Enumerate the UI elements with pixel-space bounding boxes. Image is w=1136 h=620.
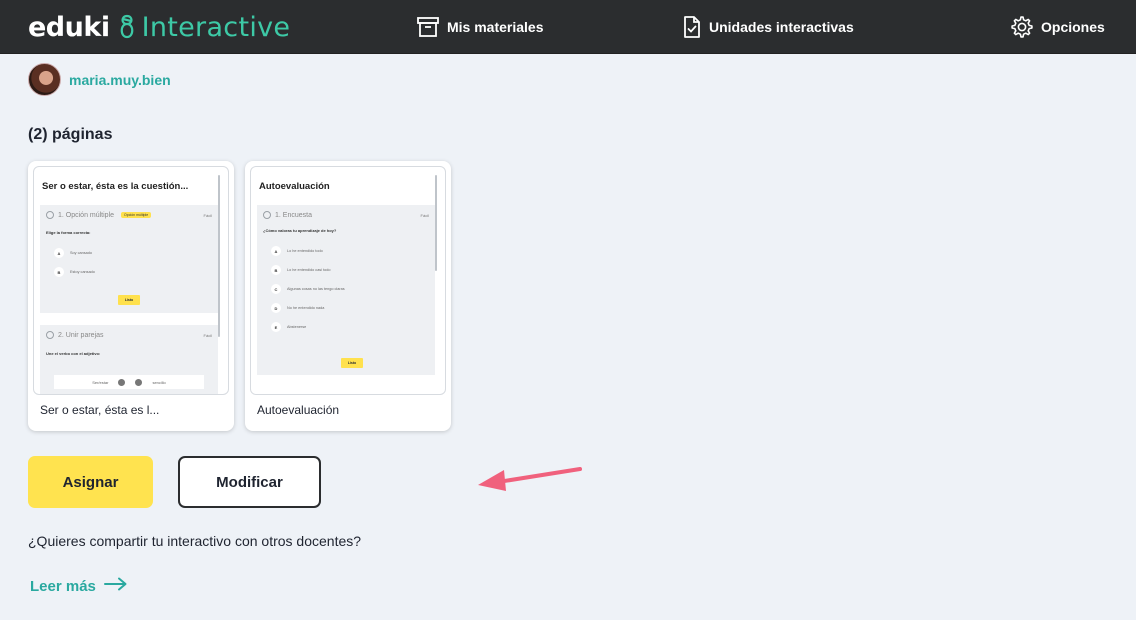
- answer-option: B Estoy cansado: [54, 267, 95, 277]
- page-thumbnail-2: Autoevaluación 1. Encuesta Fácil ¿Cómo v…: [250, 166, 446, 395]
- preview-submit-button: Listo: [118, 295, 140, 305]
- eduki-interactive-logo[interactable]: eduki Interactive: [28, 8, 290, 46]
- pages-count-heading: (2) páginas: [28, 126, 113, 143]
- option-text: Soy cansado: [70, 251, 92, 255]
- question-prompt: ¿Cómo valoras tu aprendizaje de hoy?: [263, 228, 337, 233]
- question-heading: 1. Encuesta: [263, 211, 312, 219]
- difficulty-tag: Fácil: [420, 213, 429, 218]
- thumbnail-scrollbar: [435, 175, 437, 271]
- option-letter: C: [271, 284, 281, 294]
- thumbnail-title: Autoevaluación: [259, 181, 330, 192]
- question-panel: 2. Unir parejas Fácil Une el verbo con e…: [40, 325, 218, 394]
- connector-dot-icon: [135, 378, 143, 386]
- read-more-label: Leer más: [30, 577, 96, 595]
- option-letter: B: [271, 265, 281, 275]
- archive-box-icon: [416, 16, 440, 38]
- option-text: Algunas cosas no las tengo claras: [287, 287, 345, 291]
- option-text: No he entendido nada: [287, 306, 325, 310]
- pair-left-text: Ser/estar: [92, 379, 109, 385]
- modify-button[interactable]: Modificar: [178, 456, 321, 508]
- answer-option: B Lo he entendido casi todo: [271, 265, 331, 275]
- question-type-badge: Opción múltiple: [121, 212, 152, 218]
- difficulty-tag: Fácil: [203, 213, 212, 218]
- preview-submit-button: Listo: [341, 358, 363, 368]
- question-title: 2. Unir parejas: [58, 331, 104, 339]
- read-more-link[interactable]: Leer más: [30, 577, 128, 595]
- question-title: 1. Encuesta: [275, 211, 312, 219]
- answer-option: E Abstenerse: [271, 322, 306, 332]
- answer-option: D No he entendido nada: [271, 303, 324, 313]
- pointer-arrow-icon: [474, 458, 584, 499]
- page-card-1[interactable]: Ser o estar, ésta es la cuestión... 1. O…: [28, 161, 234, 431]
- arrow-right-icon: [103, 577, 128, 595]
- thumbnail-title: Ser o estar, ésta es la cuestión...: [42, 181, 189, 192]
- username-link[interactable]: maria.muy.bien: [69, 72, 171, 88]
- question-title: 1. Opción múltiple: [58, 211, 115, 219]
- gear-icon: [1010, 15, 1034, 39]
- question-heading: 2. Unir parejas: [46, 331, 104, 339]
- matching-pair-row: Ser/estar sencillo: [54, 375, 204, 389]
- thumbnail-scrollbar: [218, 175, 220, 337]
- option-letter: A: [271, 246, 281, 256]
- nav-mis-materiales-label: Mis materiales: [447, 19, 544, 35]
- logo-brand-text: eduki: [28, 11, 110, 43]
- option-text: Abstenerse: [287, 325, 307, 329]
- document-check-icon: [682, 15, 702, 39]
- answer-option: C Algunas cosas no las tengo claras: [271, 284, 345, 294]
- question-panel: 1. Opción múltiple Opción múltiple Fácil…: [40, 205, 218, 313]
- connector-dot-icon: [118, 378, 126, 386]
- nav-mis-materiales[interactable]: Mis materiales: [416, 12, 544, 42]
- nav-opciones[interactable]: Opciones: [1010, 12, 1105, 42]
- nav-unidades-interactivas[interactable]: Unidades interactivas: [682, 12, 854, 42]
- assign-button[interactable]: Asignar: [28, 456, 153, 508]
- option-letter: B: [54, 267, 64, 277]
- answer-option: A Lo he entendido todo: [271, 246, 323, 256]
- avatar: [28, 63, 61, 96]
- author-info[interactable]: maria.muy.bien: [28, 63, 171, 96]
- share-question-text: ¿Quieres compartir tu interactivo con ot…: [28, 533, 362, 549]
- page-card-2[interactable]: Autoevaluación 1. Encuesta Fácil ¿Cómo v…: [245, 161, 451, 431]
- option-text: Lo he entendido casi todo: [287, 268, 331, 272]
- difficulty-tag: Fácil: [203, 333, 212, 338]
- top-navigation-bar: eduki Interactive Mis materiales Unidade…: [0, 0, 1136, 54]
- check-circle-icon: [263, 211, 271, 219]
- question-heading: 1. Opción múltiple Opción múltiple: [46, 211, 152, 219]
- page-thumbnail-1: Ser o estar, ésta es la cuestión... 1. O…: [33, 166, 229, 395]
- option-letter: A: [54, 248, 64, 258]
- logo-mark-icon: [118, 12, 136, 42]
- page-card-label: Autoevaluación: [257, 403, 340, 417]
- nav-unidades-label: Unidades interactivas: [709, 19, 854, 35]
- nav-opciones-label: Opciones: [1041, 19, 1105, 35]
- option-text: Estoy cansado: [70, 270, 95, 274]
- option-letter: D: [271, 303, 281, 313]
- answer-option: A Soy cansado: [54, 248, 92, 258]
- pair-right-text: sencillo: [152, 379, 166, 385]
- question-prompt: Une el verbo con el adjetivo:: [46, 351, 101, 356]
- question-panel: 1. Encuesta Fácil ¿Cómo valoras tu apren…: [257, 205, 435, 375]
- check-circle-icon: [46, 211, 54, 219]
- page-card-label: Ser o estar, ésta es l...: [40, 403, 160, 417]
- logo-product-text: Interactive: [141, 11, 291, 43]
- option-text: Lo he entendido todo: [287, 249, 323, 253]
- question-prompt: Elige la forma correcta:: [46, 230, 91, 235]
- check-circle-icon: [46, 331, 54, 339]
- option-letter: E: [271, 322, 281, 332]
